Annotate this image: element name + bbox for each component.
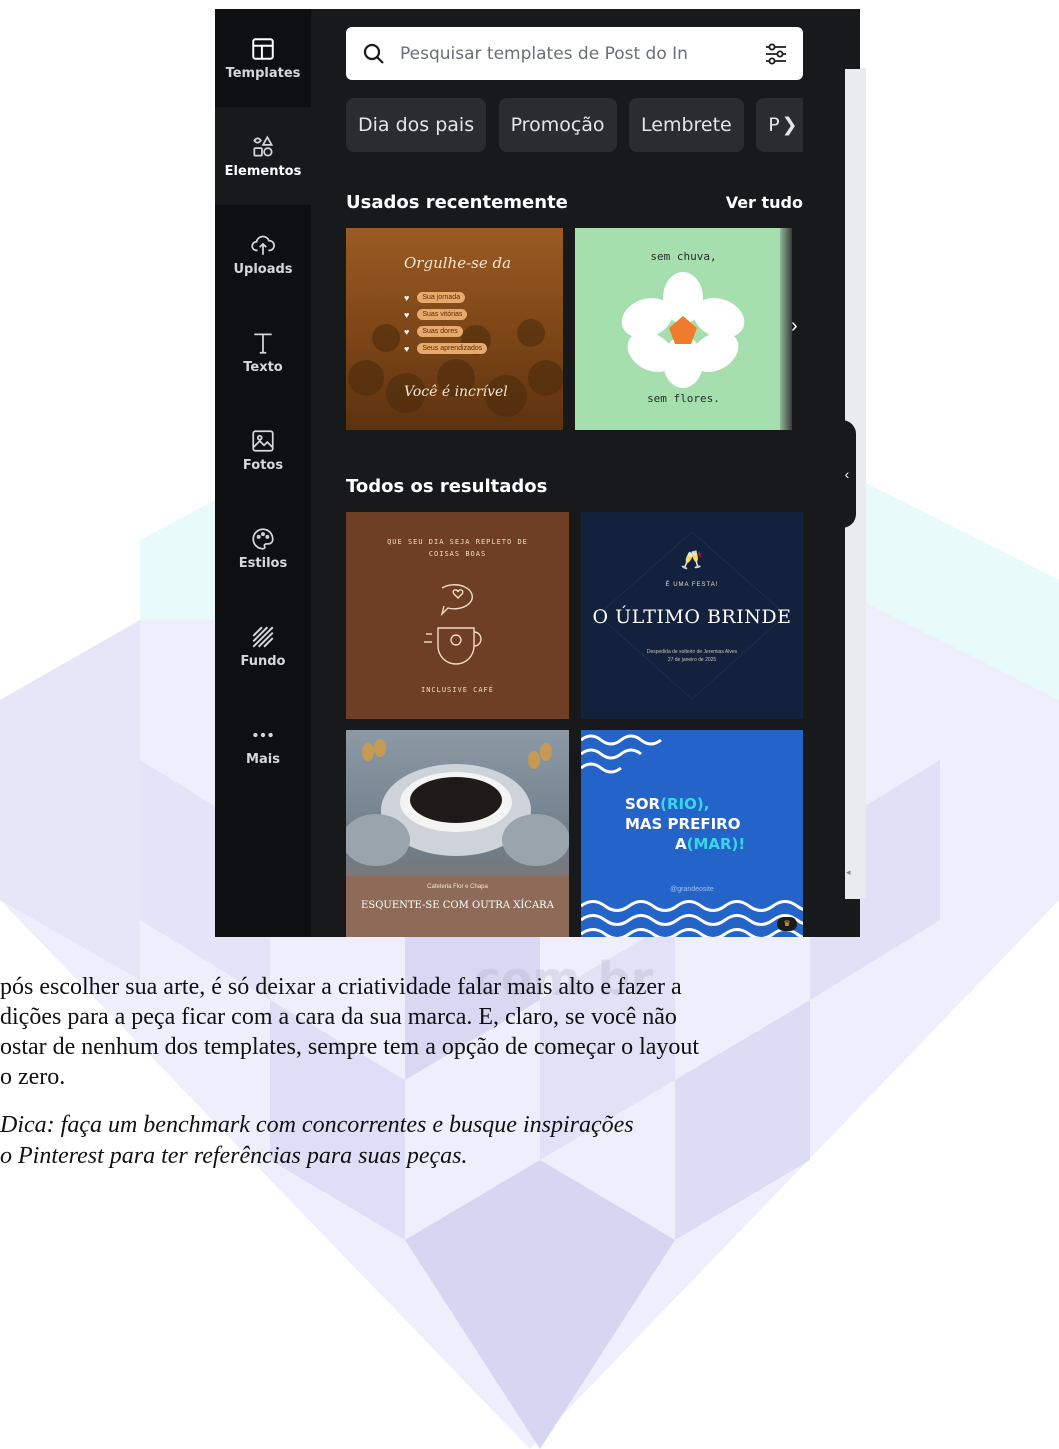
chevron-right-icon[interactable]: ❯ xyxy=(782,114,798,136)
templates-icon xyxy=(252,37,274,60)
see-all-link[interactable]: Ver tudo xyxy=(726,193,803,212)
card-title: Orgulhe-se da xyxy=(404,254,512,272)
results-section-title: Todos os resultados xyxy=(346,476,548,497)
image-icon xyxy=(252,429,274,452)
collapse-panel-button[interactable]: ‹ xyxy=(838,420,856,528)
filter-icon[interactable] xyxy=(761,39,791,69)
chevron-left-icon: ‹ xyxy=(844,466,850,482)
sidebar-item-uploads[interactable]: Uploads xyxy=(215,205,311,303)
sidebar-item-templates[interactable]: Templates xyxy=(215,9,311,107)
headline-accent: (RIO), xyxy=(660,795,710,813)
headline-line-3: A(MAR)! xyxy=(625,834,745,854)
chip-promocao[interactable]: Promoção xyxy=(498,98,617,152)
article-paragraph: pós escolher sua arte, é só deixar a cri… xyxy=(0,974,700,1090)
sidebar-item-label: Estilos xyxy=(238,555,288,571)
sidebar-item-label: Uploads xyxy=(233,261,293,277)
bullet-label: Seus aprendizados xyxy=(417,343,488,354)
list-item: ♥ Seus aprendizados xyxy=(404,343,488,354)
card-brand: Cafeteria Flor e Chapa xyxy=(427,884,488,890)
search-bar[interactable] xyxy=(346,27,803,80)
list-item: ♥ Suas vitórias xyxy=(404,309,487,320)
heart-icon: ♥ xyxy=(404,326,410,337)
bullet-label: Sua jornada xyxy=(417,292,466,303)
sidebar-item-label: Fotos xyxy=(242,457,284,473)
search-icon xyxy=(363,43,384,64)
chip-label: P xyxy=(768,114,780,136)
card-top-text: QUE SEU DIA SEJA REPLETO DE COISAS BOAS xyxy=(387,538,528,558)
template-card-coffee[interactable]: QUE SEU DIA SEJA REPLETO DE COISAS BOAS … xyxy=(346,512,569,719)
sidebar-item-elementos[interactable]: Elementos xyxy=(215,107,311,205)
sidebar-item-label: Fundo xyxy=(240,653,286,669)
template-card-xicara[interactable]: Cafeteria Flor e Chapa ESQUENTE-SE COM O… xyxy=(346,730,569,937)
chip-dia-dos-pais[interactable]: Dia dos pais xyxy=(346,98,487,152)
card-footer: Você é incrível xyxy=(404,384,508,400)
heart-icon: ♥ xyxy=(404,292,410,303)
list-item: ♥ Suas dores xyxy=(404,326,487,337)
template-card-brinde[interactable]: 🥂 É UMA FESTA! O ÚLTIMO BRINDE Despedida… xyxy=(581,512,803,719)
headline-accent: (MAR)! xyxy=(686,835,746,853)
bullet-list: ♥ Sua jornada ♥ Suas vitórias ♥ Suas dores … xyxy=(404,292,488,354)
card-handle: @grandeosite xyxy=(670,886,714,893)
coffee-photo-graphic xyxy=(346,739,569,866)
bullet-label: Suas dores xyxy=(417,326,463,337)
sidebar-item-estilos[interactable]: Estilos xyxy=(215,499,311,597)
background-icon xyxy=(252,626,274,647)
card-bottom-text: sem flores. xyxy=(647,392,720,405)
sidebar-item-label: Mais xyxy=(246,751,280,767)
card-title: O ÚLTIMO BRINDE xyxy=(592,606,792,628)
sidebar-item-mais[interactable]: Mais xyxy=(215,695,311,793)
palette-icon xyxy=(252,527,274,550)
card-subtitle: Despedida de solteiro de Jeremias Alves … xyxy=(646,649,738,663)
templates-content: Dia dos pais Promoção Lembrete P❯ Usados… xyxy=(311,9,813,937)
list-item: ♥ Sua jornada xyxy=(404,292,487,303)
cloud-upload-icon xyxy=(251,235,275,255)
text-icon xyxy=(254,332,272,354)
coffee-cup-graphic xyxy=(424,584,482,665)
card-kicker: É UMA FESTA! xyxy=(665,582,719,588)
template-card-flower[interactable]: sem chuva, sem flores. xyxy=(575,228,792,430)
templates-panel: Templates Elementos Uploads Texto Fotos … xyxy=(215,9,860,937)
headline-text: SOR xyxy=(625,795,661,813)
card-headline: SOR(RIO), MAS PREFIRO A(MAR)! xyxy=(625,794,745,854)
carousel-next-icon[interactable]: › xyxy=(791,315,798,338)
card-title: ESQUENTE-SE COM OUTRA XÍCARA xyxy=(361,900,554,911)
headline-line-1: SOR(RIO), xyxy=(625,794,745,814)
heart-icon: ♥ xyxy=(404,343,410,354)
sidebar-item-label: Elementos xyxy=(224,163,302,179)
chip-partial[interactable]: P ❯ xyxy=(756,98,803,152)
card-top-text: sem chuva, xyxy=(650,250,717,263)
sidebar-item-fundo[interactable]: Fundo xyxy=(215,597,311,695)
bullet-label: Suas vitórias xyxy=(417,309,468,320)
article-tip: Dica: faça um benchmark com concorrentes… xyxy=(0,1112,634,1169)
side-rail: Templates Elementos Uploads Texto Fotos … xyxy=(215,9,311,937)
headline-line-2: MAS PREFIRO xyxy=(625,815,741,833)
flower-graphic xyxy=(621,272,745,388)
search-input[interactable] xyxy=(400,43,755,64)
scroll-left-icon[interactable]: ◂ xyxy=(846,867,851,878)
crown-icon: ♛ xyxy=(777,917,797,931)
headline-text: A xyxy=(675,835,687,853)
chip-lembrete[interactable]: Lembrete xyxy=(629,98,744,152)
sidebar-item-label: Texto xyxy=(243,359,283,375)
sidebar-item-label: Templates xyxy=(225,65,301,81)
sidebar-item-fotos[interactable]: Fotos xyxy=(215,401,311,499)
more-icon xyxy=(253,732,273,737)
shapes-icon xyxy=(253,135,274,157)
heart-icon: ♥ xyxy=(404,309,410,320)
suggestion-chips: Dia dos pais Promoção Lembrete P ❯ xyxy=(346,98,803,152)
recent-section-title: Usados recentemente xyxy=(346,192,568,213)
card-bottom-text: INCLUSIVE CAFÉ xyxy=(420,686,494,694)
toast-icon: 🥂 xyxy=(680,550,704,570)
template-card-mar[interactable]: SOR(RIO), MAS PREFIRO A(MAR)! @grandeosi… xyxy=(581,730,803,937)
template-card-orgulhe[interactable]: Orgulhe-se da ♥ Sua jornada ♥ Suas vitória… xyxy=(346,228,563,430)
canvas-edge-strip xyxy=(860,68,866,898)
sidebar-item-texto[interactable]: Texto xyxy=(215,303,311,401)
